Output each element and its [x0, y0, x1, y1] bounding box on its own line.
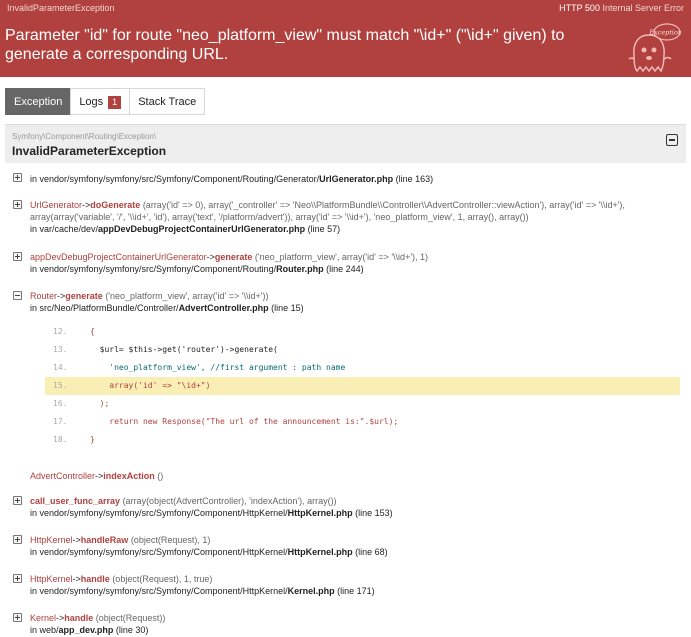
tab-logs[interactable]: Logs 1: [70, 88, 131, 115]
code-line: 14. 'neo_platform_view', //first argumen…: [53, 363, 346, 372]
expand-icon[interactable]: [13, 252, 22, 261]
exception-header: Parameter "id" for route "neo_platform_v…: [0, 17, 691, 77]
exception-panel-header: Symfony\Component\Routing\Exception\ Inv…: [5, 124, 686, 163]
code-line: 17. return new Response("The url of the …: [53, 417, 399, 426]
exception-short-name: InvalidParameterException: [7, 3, 115, 13]
logs-count-badge: 1: [108, 96, 122, 109]
code-line: 18.}: [53, 435, 95, 444]
collapse-icon[interactable]: [13, 291, 22, 300]
exception-namespace: Symfony\Component\Routing\Exception\: [12, 132, 157, 141]
exception-ghost-icon: Exception!: [628, 23, 681, 73]
stack-trace: in vendor/symfony/symfony/src/Symfony/Co…: [5, 163, 686, 637]
trace-item: HttpKernel->handle (object(Request), 1, …: [30, 574, 375, 596]
exception-message: Parameter "id" for route "neo_platform_v…: [5, 27, 565, 63]
code-line: 13. $url= $this->get('router')->generate…: [53, 345, 278, 354]
code-line: 12.{: [53, 327, 95, 336]
expand-icon[interactable]: [13, 173, 22, 182]
tab-exception[interactable]: Exception: [5, 88, 72, 115]
trace-item: call_user_func_array (array(object(Adver…: [30, 496, 393, 518]
tab-stack-trace[interactable]: Stack Trace: [129, 88, 206, 115]
trace-item: Kernel->handle (object(Request)) in web/…: [30, 613, 166, 635]
expand-icon[interactable]: [13, 574, 22, 583]
trace-item: Router->generate ('neo_platform_view', a…: [30, 291, 304, 313]
trace-item: appDevDebugProjectContainerUrlGenerator-…: [30, 252, 429, 274]
exception-class: InvalidParameterException: [12, 144, 167, 158]
svg-text:Exception!: Exception!: [648, 29, 681, 37]
http-status: HTTP 500 Internal Server Error: [559, 3, 684, 13]
code-line: 16. );: [53, 399, 110, 408]
expand-icon[interactable]: [13, 535, 22, 544]
code-line-highlighted: 15. array('id' => "\id+"): [45, 377, 680, 395]
expand-icon[interactable]: [13, 613, 22, 622]
trace-item: AdvertController->indexAction (): [30, 471, 164, 481]
trace-item: HttpKernel->handleRaw (object(Request), …: [30, 535, 388, 557]
tab-bar: Exception Logs 1 Stack Trace: [5, 88, 206, 115]
trace-item: UrlGenerator->doGenerate (array('id' => …: [30, 200, 625, 234]
expand-icon[interactable]: [13, 496, 22, 505]
trace-item: in vendor/symfony/symfony/src/Symfony/Co…: [30, 174, 434, 184]
expand-icon[interactable]: [13, 200, 22, 209]
status-bar: InvalidParameterException HTTP 500 Inter…: [0, 0, 691, 17]
collapse-toggle-icon[interactable]: [666, 134, 678, 146]
